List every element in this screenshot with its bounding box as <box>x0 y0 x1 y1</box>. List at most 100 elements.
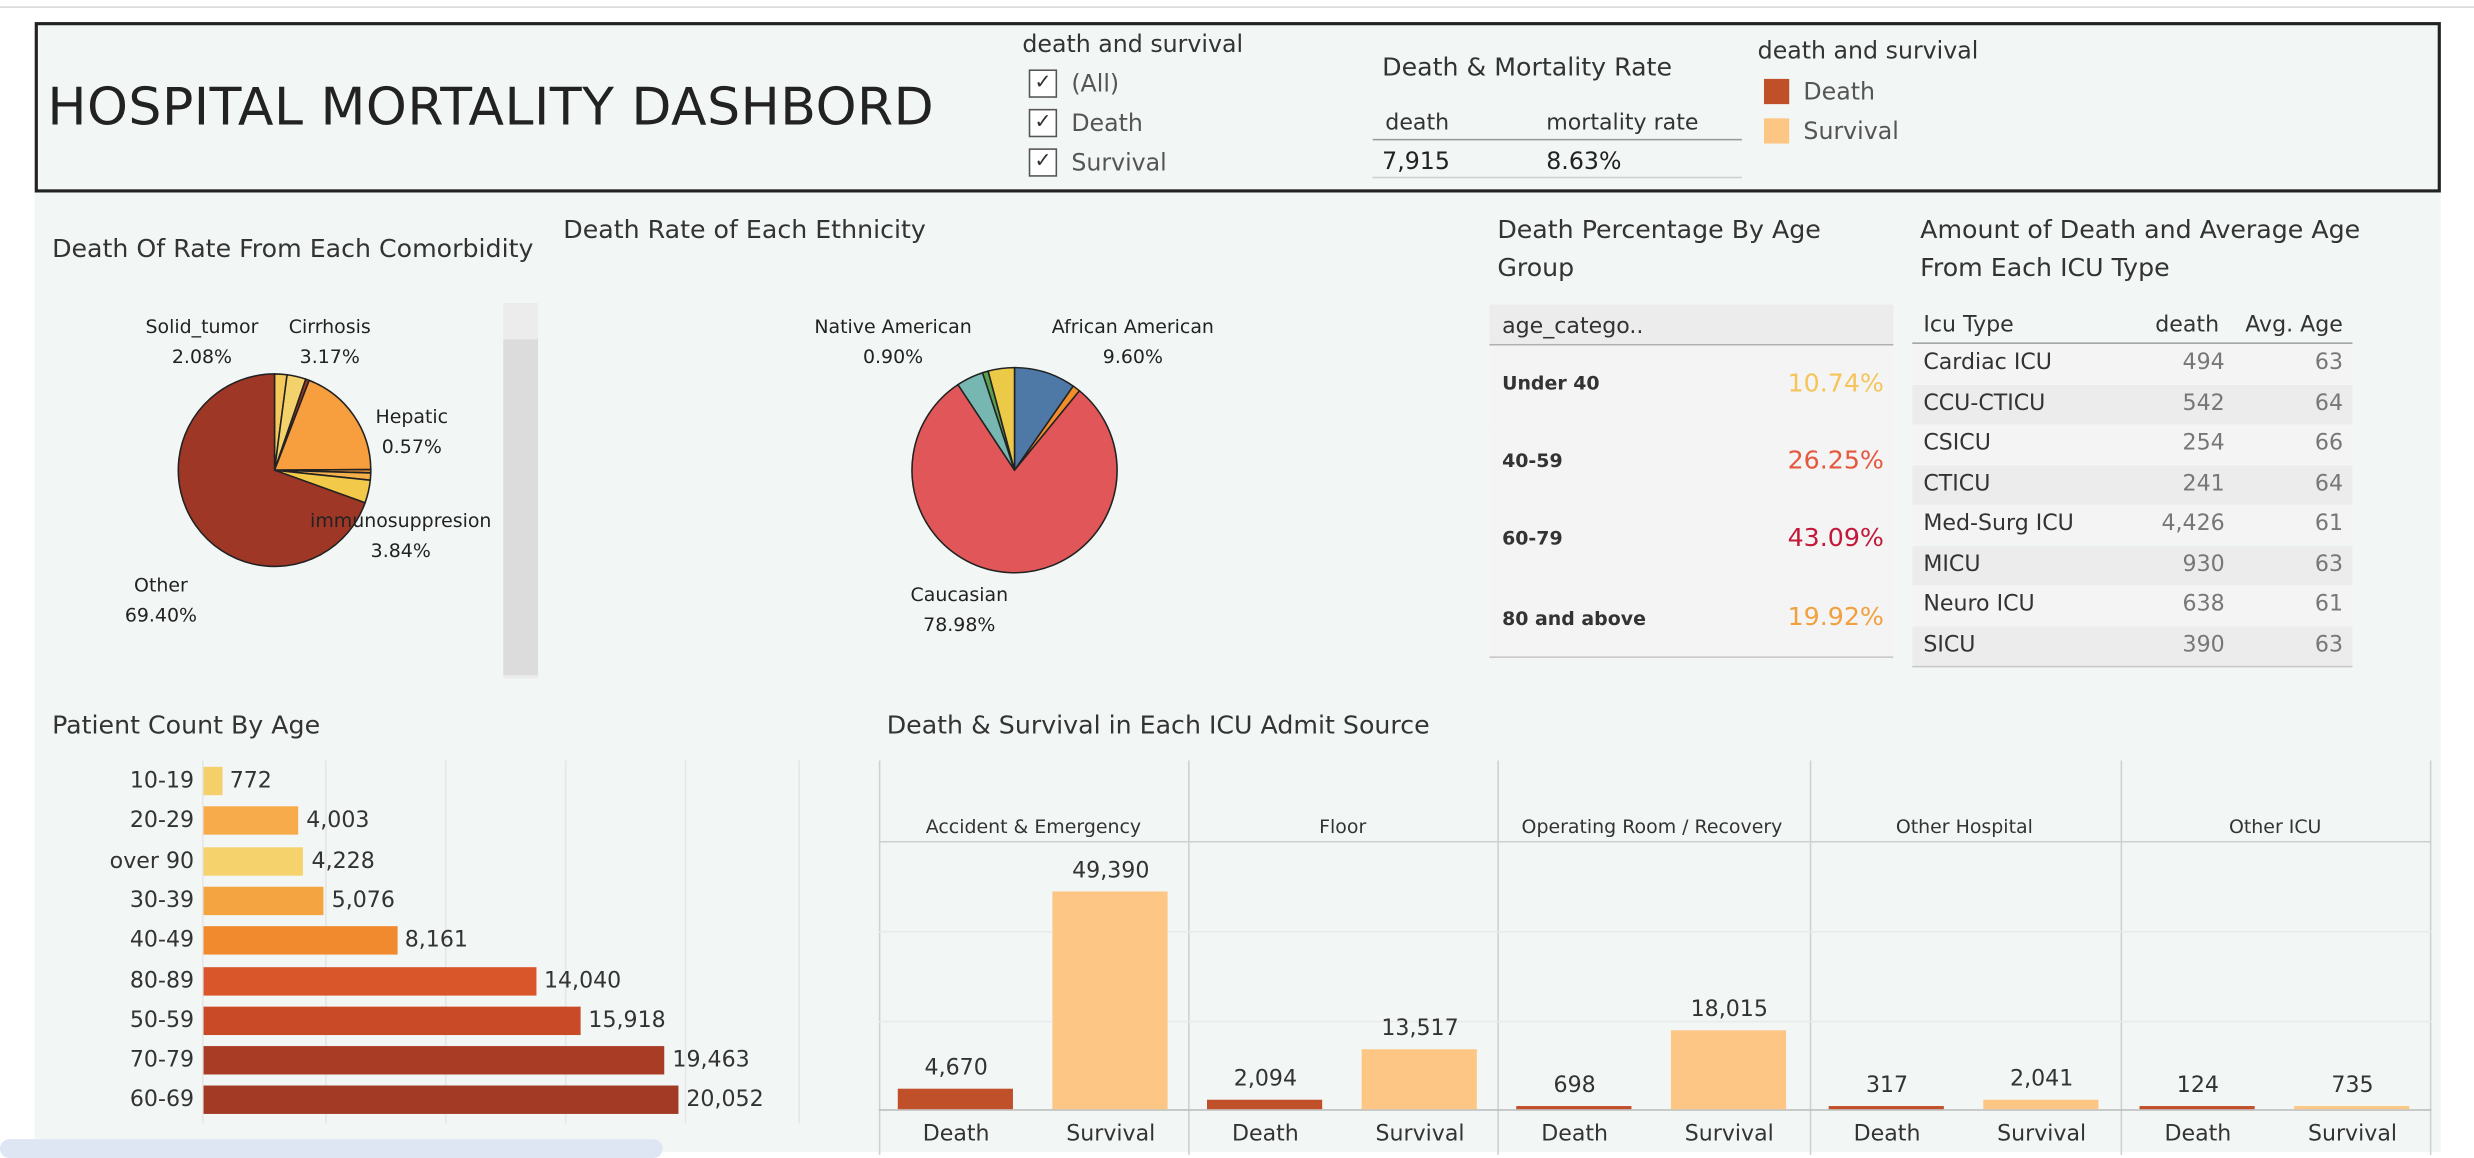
admit-source-bar-value: 49,390 <box>1072 857 1150 884</box>
x-axis-label: Death <box>2164 1121 2232 1148</box>
age-bar[interactable] <box>203 766 222 796</box>
x-axis-label: Survival <box>1997 1121 2087 1148</box>
facet-title: Other ICU <box>2228 815 2322 838</box>
age-bar-label: 20-29 <box>129 808 195 834</box>
age-bar[interactable] <box>203 806 299 836</box>
kpi-title: Death & Mortality Rate <box>1382 52 1672 83</box>
age-bar-label: 70-79 <box>129 1047 195 1074</box>
admit-source-bar[interactable] <box>2294 1105 2410 1110</box>
admit-source-bar[interactable] <box>1516 1106 1632 1110</box>
admit-source-bar[interactable] <box>897 1088 1013 1110</box>
icu-death-value: 930 <box>2182 551 2225 577</box>
pie-label-caucasian: Caucasian 78.98% <box>910 583 1009 636</box>
age-bar-value: 19,463 <box>672 1047 750 1074</box>
x-axis-label: Death <box>1231 1121 1299 1148</box>
legend-label: Survival <box>1803 116 1899 146</box>
icu-age-value: 64 <box>2314 390 2344 416</box>
icu-type-name: CCU-CTICU <box>1923 390 2046 416</box>
pie-label-native-american: Native American 0.90% <box>814 315 972 368</box>
kpi-bottom-line <box>1372 176 1742 179</box>
admit-source-bar-value: 18,015 <box>1690 996 1768 1022</box>
x-axis-label: Death <box>1853 1121 1921 1148</box>
kpi-divider <box>1372 138 1742 141</box>
legend-swatch <box>1763 118 1790 144</box>
age-group-name: 80 and above <box>1502 607 1646 630</box>
admit-source-bar[interactable] <box>1828 1106 1944 1110</box>
icu-header-death: death <box>2155 312 2220 338</box>
age-bar-value: 5,076 <box>331 888 395 914</box>
kpi-rate-value: 8.63% <box>1546 146 1622 176</box>
age-group-pct: 10.74% <box>1787 367 1884 398</box>
admit-source-bar-value: 317 <box>1865 1072 1909 1099</box>
age-bar-label: 40-49 <box>129 928 195 954</box>
admit-source-bar-value: 735 <box>2331 1072 2374 1099</box>
pie-label-african-american: African American 9.60% <box>1051 315 1214 368</box>
age-bar-label: 60-69 <box>129 1087 195 1113</box>
age-bar[interactable] <box>203 1006 581 1035</box>
age-group-name: Under 40 <box>1502 372 1600 395</box>
facet-header-line <box>878 840 2432 843</box>
age-group-header[interactable]: age_catego.. <box>1502 314 1643 339</box>
age-group-pct: 43.09% <box>1787 522 1884 553</box>
age-bar[interactable] <box>203 1086 679 1115</box>
facet-title: Operating Room / Recovery <box>1521 815 1783 838</box>
icu-type-name: SICU <box>1923 631 1976 658</box>
age-group-pct: 26.25% <box>1787 444 1884 475</box>
icu-death-value: 542 <box>2182 390 2225 416</box>
legend-item-death[interactable]: Death <box>1763 77 1875 106</box>
admit-source-bar[interactable] <box>1983 1100 2099 1110</box>
admit-source-bar-value: 4,670 <box>924 1055 988 1081</box>
icu-type-name: CTICU <box>1923 470 1991 497</box>
admit-source-bar[interactable] <box>1361 1049 1477 1110</box>
age-bar[interactable] <box>203 886 324 915</box>
age-bar-label: over 90 <box>109 848 195 874</box>
age-group-title: Death Percentage By Age Group <box>1497 214 1821 283</box>
age-bar-value: 14,040 <box>543 967 622 994</box>
legend-label: Death <box>1803 77 1875 106</box>
icu-age-value: 63 <box>2314 350 2344 376</box>
icu-death-value: 390 <box>2182 631 2225 658</box>
age-bar-label: 30-39 <box>129 888 195 914</box>
facet-title: Other Hospital <box>1895 815 2033 838</box>
icu-age-value: 64 <box>2314 470 2344 497</box>
icu-age-value: 63 <box>2314 551 2344 577</box>
age-bar[interactable] <box>203 966 537 995</box>
icu-death-value: 4,426 <box>2161 511 2225 537</box>
admit-source-bar-value: 2,094 <box>1233 1066 1298 1093</box>
icu-header-age: Avg. Age <box>2245 312 2343 338</box>
age-bar-value: 20,052 <box>686 1087 764 1113</box>
legend-swatch <box>1763 78 1790 105</box>
patient-count-title: Patient Count By Age <box>52 710 321 740</box>
age-bar-value: 4,228 <box>311 848 375 874</box>
age-bar-value: 4,003 <box>306 808 370 834</box>
age-group-bottom-line <box>1489 656 1894 658</box>
admit-source-bar[interactable] <box>1052 890 1168 1110</box>
icu-type-name: Neuro ICU <box>1923 591 2035 617</box>
icu-type-name: Cardiac ICU <box>1923 350 2052 376</box>
horizontal-scrollbar[interactable] <box>0 1139 663 1158</box>
icu-death-value: 254 <box>2182 430 2225 456</box>
facet-title: Accident & Emergency <box>925 815 1142 838</box>
icu-type-name: Med-Surg ICU <box>1923 511 2074 537</box>
kpi-header-rate: mortality rate <box>1546 110 1699 136</box>
icu-death-value: 494 <box>2182 350 2225 376</box>
age-bar[interactable] <box>203 926 397 955</box>
admit-source-bar-value: 124 <box>2176 1072 2219 1099</box>
admit-source-bar[interactable] <box>1670 1029 1787 1110</box>
age-bar[interactable] <box>203 1046 665 1075</box>
age-bar-label: 10-19 <box>129 768 195 794</box>
admit-source-bar[interactable] <box>1207 1099 1323 1110</box>
admit-source-bar-value: 2,041 <box>2010 1067 2074 1093</box>
icu-type-name: CSICU <box>1923 430 1991 456</box>
legend-item-survival[interactable]: Survival <box>1763 116 1899 146</box>
age-bar-value: 15,918 <box>588 1007 666 1034</box>
gridline <box>798 760 800 1124</box>
admit-source-bar[interactable] <box>2139 1106 2255 1110</box>
x-axis-label: Survival <box>2307 1121 2398 1148</box>
age-bar[interactable] <box>203 846 304 876</box>
icu-age-value: 66 <box>2314 430 2344 456</box>
icu-bottom-line <box>1912 665 2353 668</box>
x-axis-label: Death <box>922 1121 990 1148</box>
x-axis-label: Death <box>1541 1121 1609 1148</box>
icu-age-value: 61 <box>2314 511 2344 537</box>
